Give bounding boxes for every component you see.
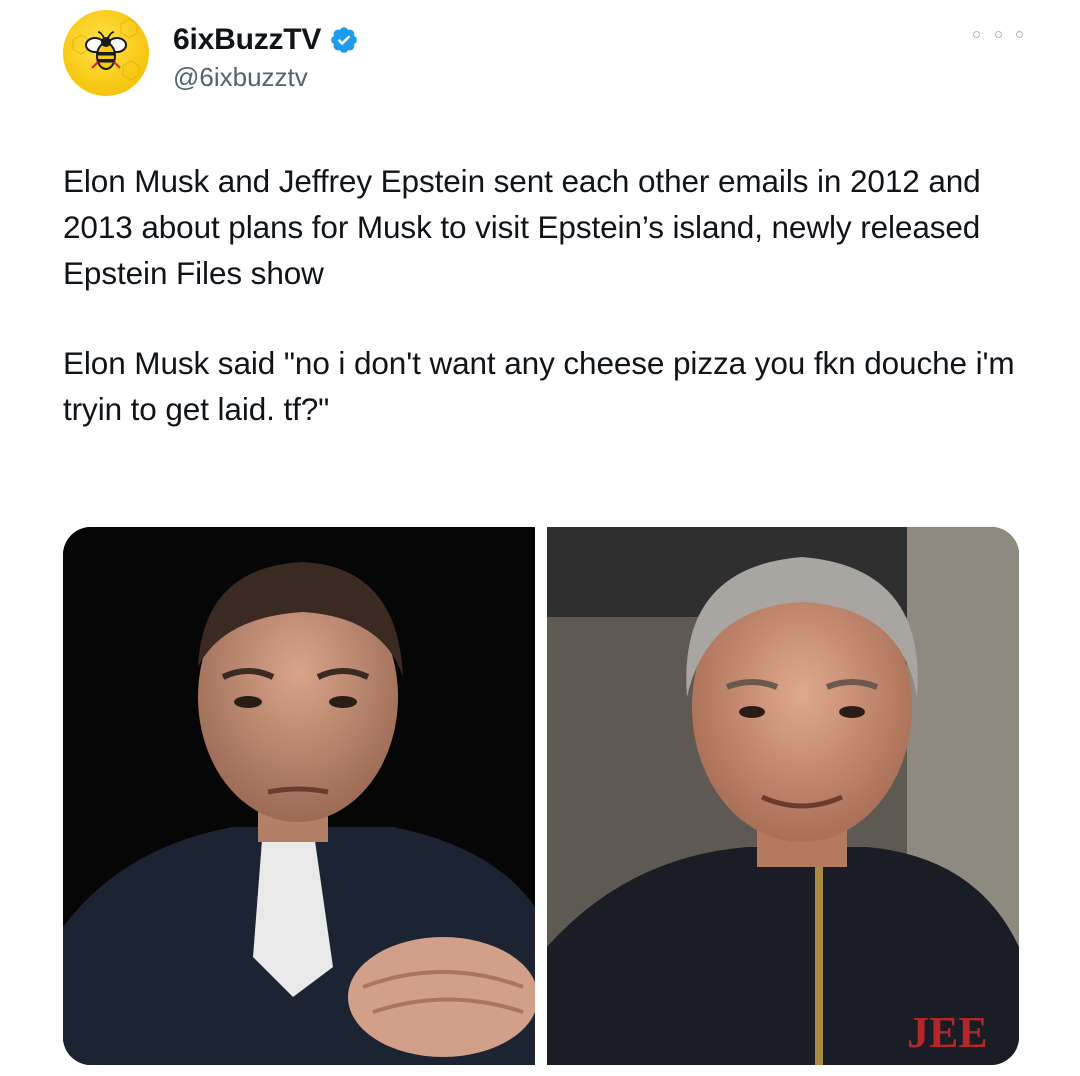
svg-text:JEE: JEE [907, 1008, 988, 1057]
more-dot [973, 30, 980, 38]
tweet-paragraph: Elon Musk and Jeffrey Epstein sent each … [63, 163, 990, 291]
verified-badge-icon [329, 25, 359, 55]
tweet-paragraph: Elon Musk said "no i don't want any chee… [63, 345, 1024, 427]
media-divider [535, 527, 547, 1065]
tweet-text: Elon Musk and Jeffrey Epstein sent each … [63, 158, 1033, 432]
person-photo-icon [63, 527, 535, 1065]
author-name-row[interactable]: 6ixBuzzTV [173, 20, 359, 60]
photo-left[interactable] [63, 527, 535, 1065]
bee-logo-icon [72, 18, 140, 81]
more-options-icon[interactable] [973, 24, 1023, 44]
author-avatar[interactable] [63, 10, 149, 96]
author-handle[interactable]: @6ixbuzztv [173, 62, 308, 93]
more-dot [1016, 30, 1023, 38]
tweet-header: 6ixBuzzTV @6ixbuzztv [63, 10, 1023, 100]
author-display-name[interactable]: 6ixBuzzTV [173, 23, 321, 57]
more-dot [994, 30, 1002, 38]
photo-right[interactable]: JEE [547, 527, 1019, 1065]
tweet-media[interactable]: JEE [63, 527, 1019, 1065]
person-photo-icon: JEE [547, 527, 1019, 1065]
